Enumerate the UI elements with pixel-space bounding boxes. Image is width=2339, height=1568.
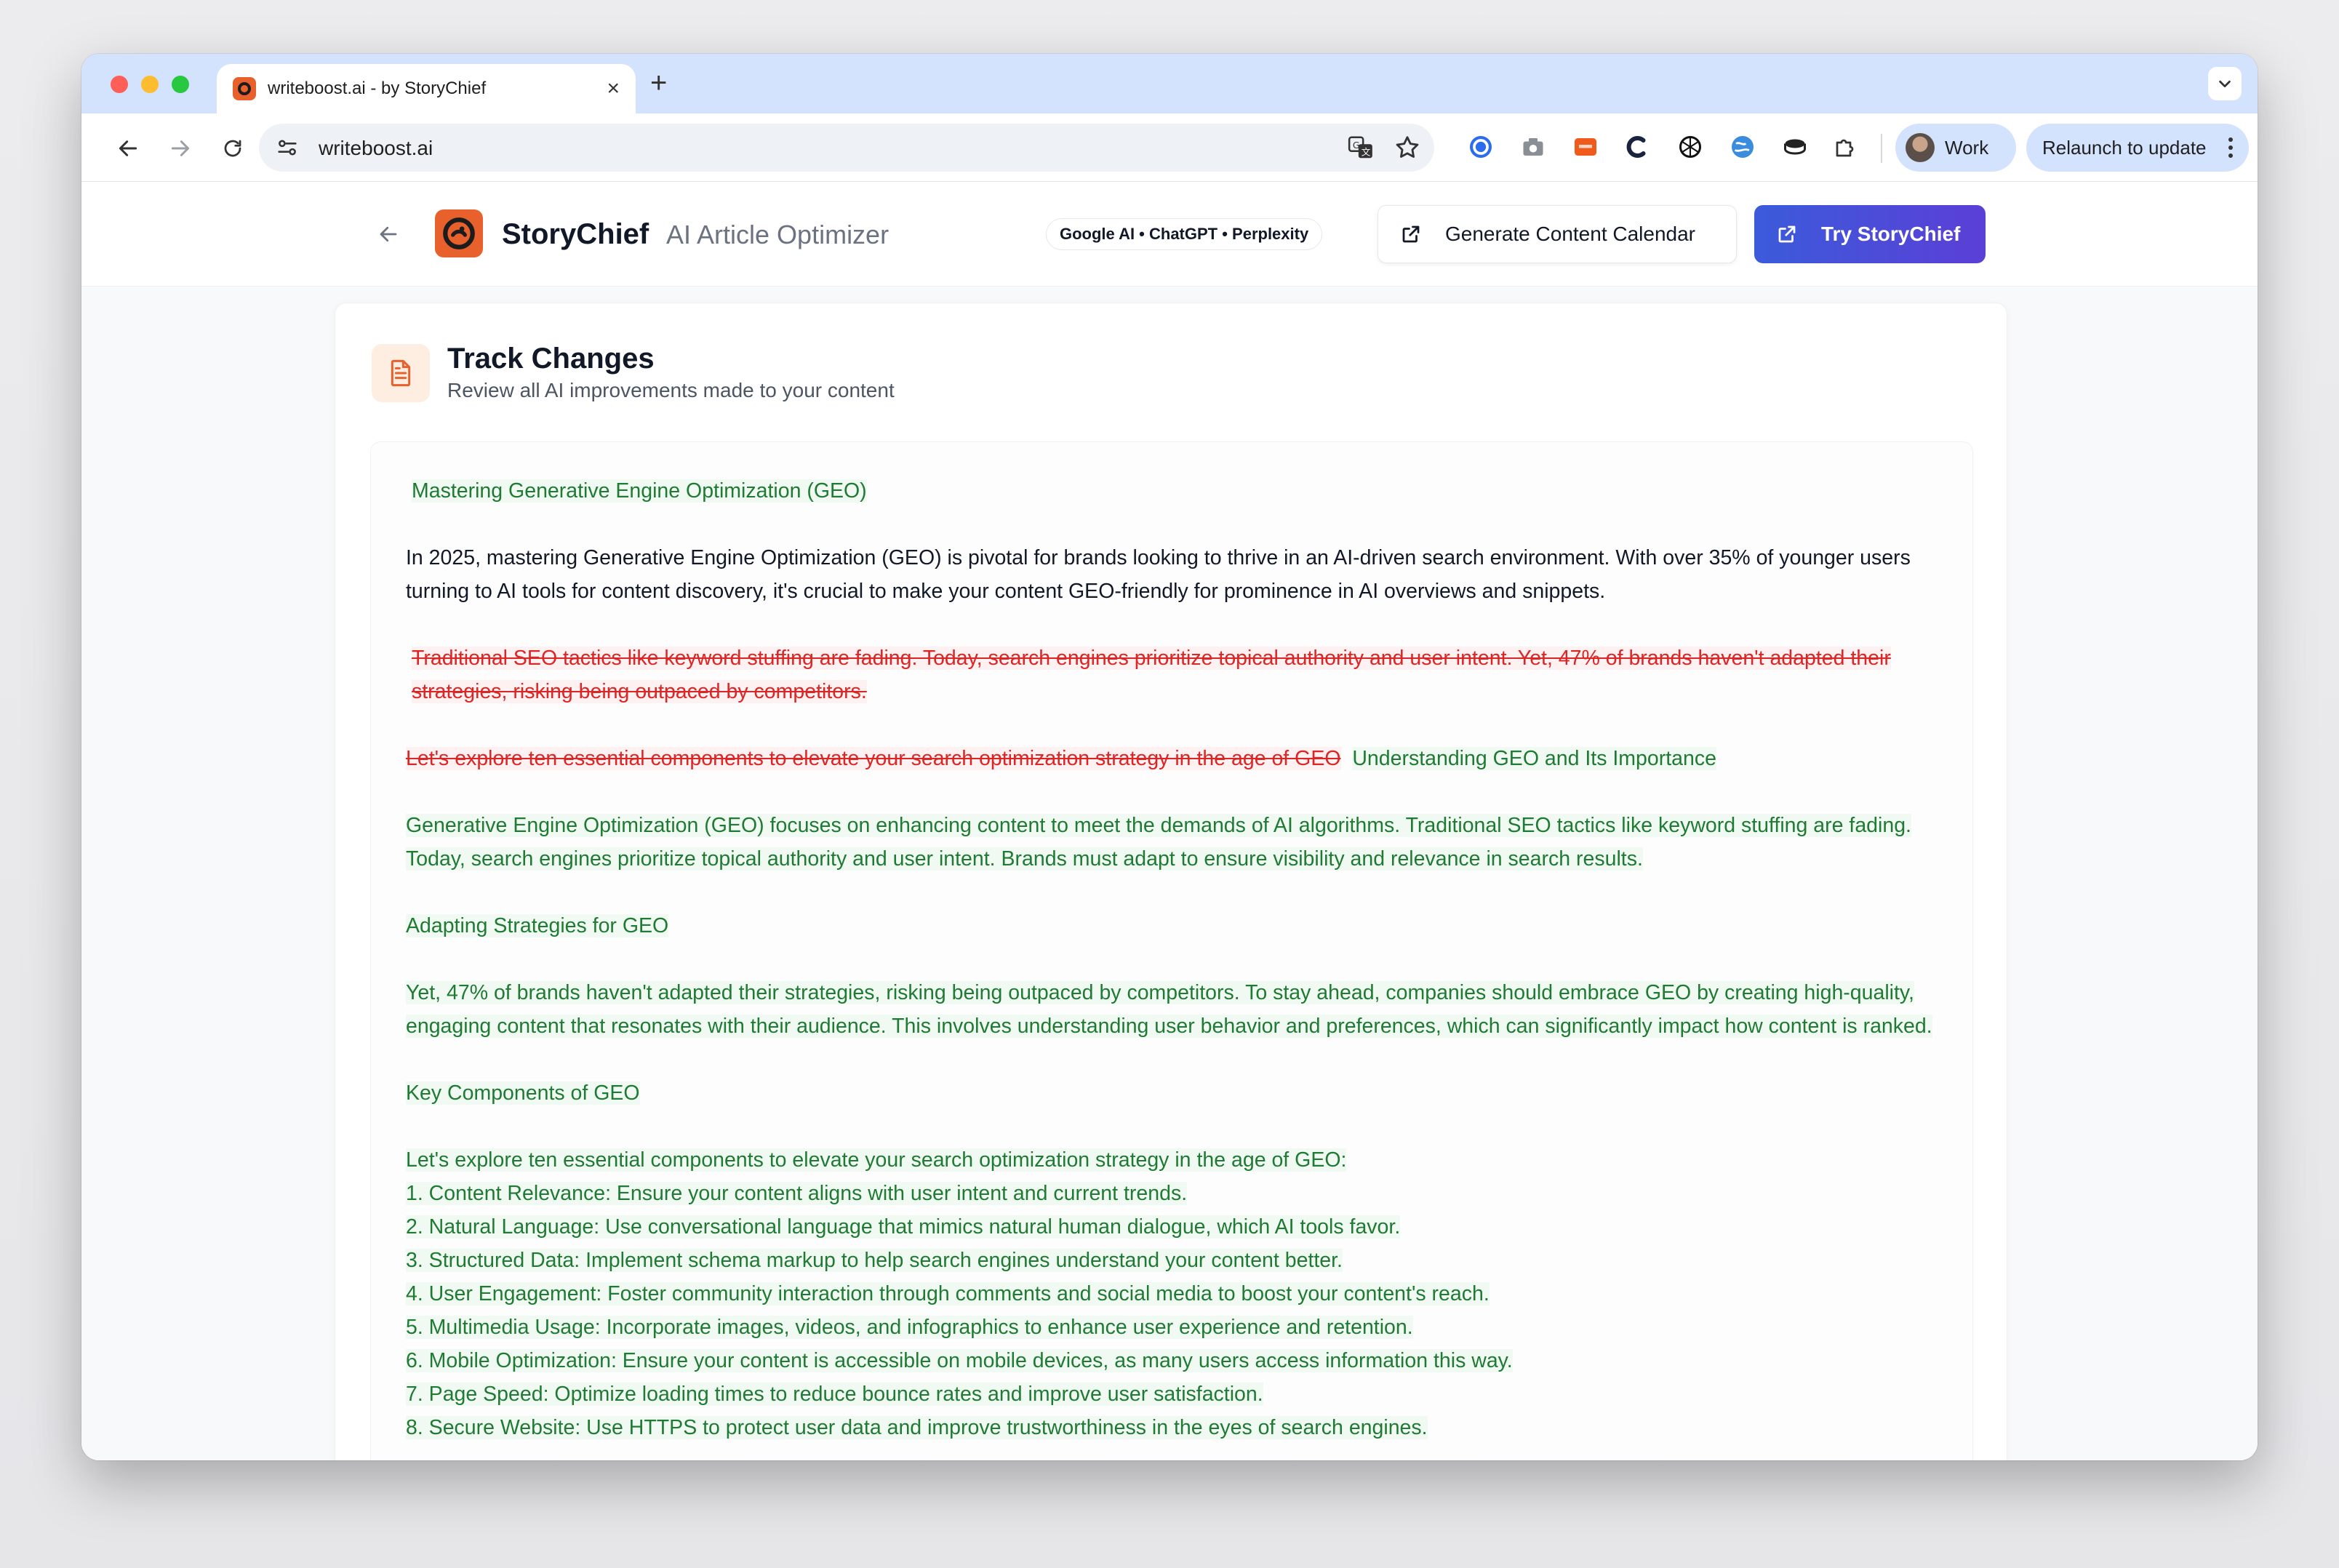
generate-calendar-label: Generate Content Calendar <box>1445 223 1695 245</box>
engines-badge: Google AI • ChatGPT • Perplexity <box>1046 218 1323 250</box>
minimize-window-button[interactable] <box>141 76 159 93</box>
c-letter-icon[interactable] <box>1623 132 1652 161</box>
puzzle-icon[interactable] <box>1831 132 1860 161</box>
list-item: 7. Page Speed: Optimize loading times to… <box>406 1383 1263 1406</box>
new-tab-button[interactable]: + <box>650 68 667 97</box>
deleted-text: Let's explore ten essential components t… <box>406 747 1341 770</box>
profile-label: Work <box>1945 136 1989 159</box>
reload-icon <box>224 140 241 157</box>
openai-icon[interactable] <box>1676 132 1705 161</box>
inserted-text: Mastering Generative Engine Optimization… <box>412 479 867 503</box>
browser-window: writeboost.ai - by StoryChief × + writeb… <box>81 54 2258 1460</box>
storychief-logo-icon <box>435 209 483 257</box>
list-item: 4. User Engagement: Foster community int… <box>406 1282 1490 1305</box>
inserted-paragraph: Generative Engine Optimization (GEO) foc… <box>406 809 1938 876</box>
deleted-text: Traditional SEO tactics like keyword stu… <box>412 647 1891 703</box>
orange-badge-icon[interactable] <box>1571 132 1600 161</box>
list-item: 1. Content Relevance: Ensure your conten… <box>406 1182 1188 1205</box>
inserted-text: Yet, 47% of brands haven't adapted their… <box>406 981 1932 1038</box>
brand-subtitle: AI Article Optimizer <box>666 220 889 249</box>
list-intro: Let's explore ten essential components t… <box>406 1148 1347 1172</box>
inserted-text: Understanding GEO and Its Importance <box>1352 747 1716 770</box>
site-settings-icon[interactable] <box>275 135 300 164</box>
list-item: 8. Secure Website: Use HTTPS to protect … <box>406 1416 1428 1439</box>
mixed-paragraph: Let's explore ten essential components t… <box>406 742 1938 775</box>
inserted-heading: Key Components of GEO <box>406 1076 1938 1110</box>
external-link-icon <box>1400 222 1425 247</box>
inserted-text: Generative Engine Optimization (GEO) foc… <box>406 814 1911 871</box>
tab-search-button[interactable] <box>2208 67 2242 100</box>
inserted-text: Key Components of GEO <box>406 1081 640 1105</box>
arrow-left-icon <box>119 140 137 156</box>
camera-icon[interactable] <box>1519 132 1548 161</box>
page-back-button[interactable] <box>372 218 404 250</box>
relaunch-label: Relaunch to update <box>2042 136 2207 159</box>
tracked-document: Mastering Generative Engine Optimization… <box>370 441 1973 1460</box>
track-changes-card: Track Changes Review all AI improvements… <box>335 303 2007 1460</box>
external-link-icon <box>1776 222 1801 247</box>
reload-button[interactable] <box>218 134 247 163</box>
page: StoryChief AI Article Optimizer Google A… <box>81 182 2258 1460</box>
arrow-left-icon <box>380 226 397 242</box>
storychief-favicon-icon <box>233 77 256 100</box>
colorful-circle-icon[interactable] <box>1466 132 1495 161</box>
relaunch-button[interactable]: Relaunch to update <box>2026 124 2249 172</box>
inserted-heading: Adapting Strategies for GEO <box>406 909 1938 943</box>
arrow-right-icon <box>171 140 190 156</box>
try-storychief-label: Try StoryChief <box>1821 223 1961 245</box>
bookmark-star-icon[interactable] <box>1394 134 1421 165</box>
card-subtitle: Review all AI improvements made to your … <box>447 379 895 401</box>
active-tab[interactable]: writeboost.ai - by StoryChief × <box>217 64 636 113</box>
address-bar[interactable]: writeboost.ai G文 <box>259 124 1434 172</box>
document-icon <box>372 344 430 402</box>
try-storychief-button[interactable]: Try StoryChief <box>1754 205 1986 263</box>
brand-name: StoryChief <box>502 218 649 250</box>
card-title: Track Changes <box>447 343 655 375</box>
tab-title: writeboost.ai - by StoryChief <box>268 79 487 98</box>
generate-calendar-button[interactable]: Generate Content Calendar <box>1378 205 1737 263</box>
list-item: 5. Multimedia Usage: Incorporate images,… <box>406 1316 1413 1339</box>
list-item: 3. Structured Data: Implement schema mar… <box>406 1249 1343 1272</box>
globe-icon[interactable] <box>1728 132 1757 161</box>
svg-text:文: 文 <box>1362 146 1371 157</box>
maximize-window-button[interactable] <box>172 76 189 93</box>
profile-button[interactable]: Work <box>1895 124 2016 172</box>
list-item: 2. Natural Language: Use conversational … <box>406 1215 1401 1239</box>
url-text: writeboost.ai <box>319 137 433 159</box>
back-button[interactable] <box>113 134 143 163</box>
inserted-text: Adapting Strategies for GEO <box>406 914 669 937</box>
app-header: StoryChief AI Article Optimizer Google A… <box>81 182 2258 287</box>
translate-icon[interactable]: G文 <box>1347 134 1375 165</box>
toolbar-divider <box>1881 134 1882 163</box>
kebab-menu-icon <box>2228 137 2233 158</box>
inserted-paragraph: Yet, 47% of brands haven't adapted their… <box>406 976 1938 1043</box>
deleted-paragraph: Traditional SEO tactics like keyword stu… <box>406 641 1938 708</box>
tab-strip: writeboost.ai - by StoryChief × + <box>81 54 2258 113</box>
inserted-list: Let's explore ten essential components t… <box>406 1143 1938 1444</box>
chevron-down-icon <box>2219 80 2231 88</box>
inserted-heading: Mastering Generative Engine Optimization… <box>406 474 1938 508</box>
coin-stack-icon[interactable] <box>1780 132 1810 161</box>
list-item: 6. Mobile Optimization: Ensure your cont… <box>406 1349 1513 1372</box>
close-window-button[interactable] <box>111 76 128 93</box>
browser-toolbar: writeboost.ai G文 Work Relaunch to update <box>81 113 2258 182</box>
intro-paragraph: In 2025, mastering Generative Engine Opt… <box>406 546 1911 603</box>
forward-button[interactable] <box>166 134 195 163</box>
avatar <box>1906 133 1935 162</box>
tab-close-icon[interactable]: × <box>607 78 620 100</box>
